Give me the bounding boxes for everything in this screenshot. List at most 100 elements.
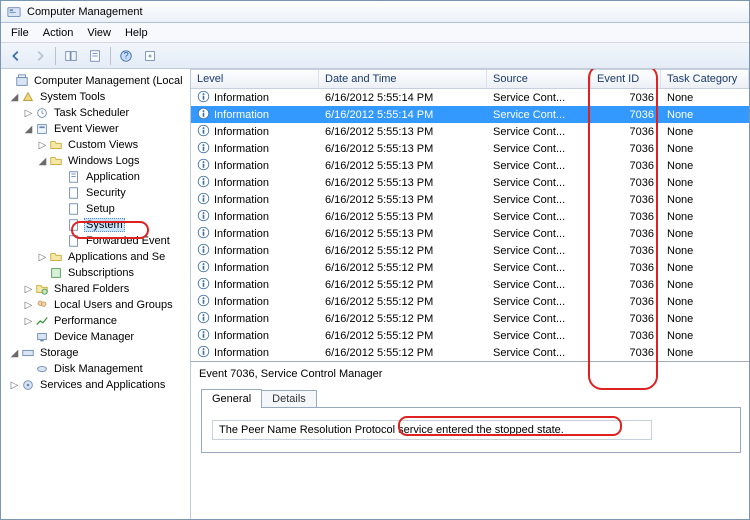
cell-category: None (661, 174, 749, 192)
menu-file[interactable]: File (5, 25, 35, 41)
col-level[interactable]: Level (191, 70, 319, 88)
cell-date: 6/16/2012 5:55:13 PM (319, 191, 487, 209)
properties-button[interactable] (84, 45, 106, 67)
event-message: The Peer Name Resolution Protocol servic… (212, 420, 652, 440)
tree-local-users[interactable]: ▷Local Users and Groups (1, 297, 190, 313)
cell-source: Service Cont... (487, 276, 591, 294)
tree-root-label: Computer Management (Local (32, 75, 185, 87)
tree-label: Forwarded Event (84, 235, 172, 247)
col-date[interactable]: Date and Time (319, 70, 487, 88)
tree-label: System Tools (38, 91, 107, 103)
cell-category: None (661, 276, 749, 294)
cell-date: 6/16/2012 5:55:12 PM (319, 344, 487, 362)
cell-date: 6/16/2012 5:55:12 PM (319, 276, 487, 294)
cell-source: Service Cont... (487, 310, 591, 328)
tree-root[interactable]: Computer Management (Local (1, 73, 190, 89)
cell-date: 6/16/2012 5:55:13 PM (319, 208, 487, 226)
cell-category: None (661, 327, 749, 345)
cell-eventid: 7036 (591, 225, 661, 243)
title-bar: Computer Management (1, 1, 749, 23)
cell-eventid: 7036 (591, 157, 661, 175)
cell-eventid: 7036 (591, 310, 661, 328)
cell-eventid: 7036 (591, 174, 661, 192)
tree-label: Storage (38, 347, 81, 359)
tree-custom-views[interactable]: ▷Custom Views (1, 137, 190, 153)
nav-tree[interactable]: Computer Management (Local ◢System Tools… (1, 69, 191, 519)
tree-windows-logs[interactable]: ◢Windows Logs (1, 153, 190, 169)
content-pane: Level Date and Time Source Event ID Task… (191, 69, 749, 519)
tree-device-manager[interactable]: Device Manager (1, 329, 190, 345)
tree-system[interactable]: System (1, 217, 190, 233)
back-button[interactable] (5, 45, 27, 67)
cell-source: Service Cont... (487, 225, 591, 243)
action-button[interactable] (139, 45, 161, 67)
tree-application[interactable]: Application (1, 169, 190, 185)
forward-button[interactable] (29, 45, 51, 67)
menu-action[interactable]: Action (37, 25, 80, 41)
tree-label: Shared Folders (52, 283, 131, 295)
cell-date: 6/16/2012 5:55:14 PM (319, 106, 487, 124)
tree-label: Security (84, 187, 128, 199)
cell-date: 6/16/2012 5:55:13 PM (319, 157, 487, 175)
tree-performance[interactable]: ▷Performance (1, 313, 190, 329)
tree-forwarded[interactable]: Forwarded Event (1, 233, 190, 249)
cell-date: 6/16/2012 5:55:13 PM (319, 225, 487, 243)
tree-label: Application (84, 171, 142, 183)
tree-system-tools[interactable]: ◢System Tools (1, 89, 190, 105)
tree-label: Custom Views (66, 139, 140, 151)
cell-date: 6/16/2012 5:55:12 PM (319, 242, 487, 260)
cell-eventid: 7036 (591, 242, 661, 260)
cell-eventid: 7036 (591, 344, 661, 362)
table-row[interactable]: Information6/16/2012 5:55:12 PMService C… (191, 344, 749, 361)
show-hide-button[interactable] (60, 45, 82, 67)
tree-task-scheduler[interactable]: ▷Task Scheduler (1, 105, 190, 121)
cell-category: None (661, 157, 749, 175)
cell-category: None (661, 310, 749, 328)
cell-source: Service Cont... (487, 123, 591, 141)
tree-security[interactable]: Security (1, 185, 190, 201)
cell-eventid: 7036 (591, 208, 661, 226)
col-source[interactable]: Source (487, 70, 591, 88)
cell-category: None (661, 259, 749, 277)
tree-setup[interactable]: Setup (1, 201, 190, 217)
cell-date: 6/16/2012 5:55:13 PM (319, 140, 487, 158)
tree-shared-folders[interactable]: ▷Shared Folders (1, 281, 190, 297)
tree-label: Local Users and Groups (52, 299, 175, 311)
cell-source: Service Cont... (487, 327, 591, 345)
cell-date: 6/16/2012 5:55:12 PM (319, 293, 487, 311)
tree-disk-mgmt[interactable]: Disk Management (1, 361, 190, 377)
cell-eventid: 7036 (591, 140, 661, 158)
tab-general[interactable]: General (201, 389, 262, 408)
tree-subscriptions[interactable]: Subscriptions (1, 265, 190, 281)
menu-view[interactable]: View (81, 25, 117, 41)
grid-body[interactable]: Information6/16/2012 5:55:14 PMService C… (191, 89, 749, 361)
cell-category: None (661, 293, 749, 311)
cell-source: Service Cont... (487, 89, 591, 107)
cell-source: Service Cont... (487, 208, 591, 226)
col-eventid[interactable]: Event ID (591, 70, 661, 88)
menu-help[interactable]: Help (119, 25, 154, 41)
cell-date: 6/16/2012 5:55:13 PM (319, 174, 487, 192)
cell-eventid: 7036 (591, 276, 661, 294)
tree-apps-services[interactable]: ▷Applications and Se (1, 249, 190, 265)
tree-label: Setup (84, 203, 117, 215)
cell-source: Service Cont... (487, 259, 591, 277)
cell-category: None (661, 208, 749, 226)
svg-text:?: ? (123, 50, 128, 61)
cell-category: None (661, 225, 749, 243)
cell-eventid: 7036 (591, 106, 661, 124)
cell-source: Service Cont... (487, 344, 591, 362)
help-button[interactable]: ? (115, 45, 137, 67)
tree-storage[interactable]: ◢Storage (1, 345, 190, 361)
cell-source: Service Cont... (487, 140, 591, 158)
col-category[interactable]: Task Category (661, 70, 749, 88)
cell-category: None (661, 191, 749, 209)
cell-category: None (661, 123, 749, 141)
tree-event-viewer[interactable]: ◢Event Viewer (1, 121, 190, 137)
tree-label: Task Scheduler (52, 107, 131, 119)
cell-date: 6/16/2012 5:55:14 PM (319, 89, 487, 107)
cell-eventid: 7036 (591, 123, 661, 141)
cell-category: None (661, 106, 749, 124)
tab-panel-general: The Peer Name Resolution Protocol servic… (201, 407, 741, 453)
tree-services-apps[interactable]: ▷Services and Applications (1, 377, 190, 393)
